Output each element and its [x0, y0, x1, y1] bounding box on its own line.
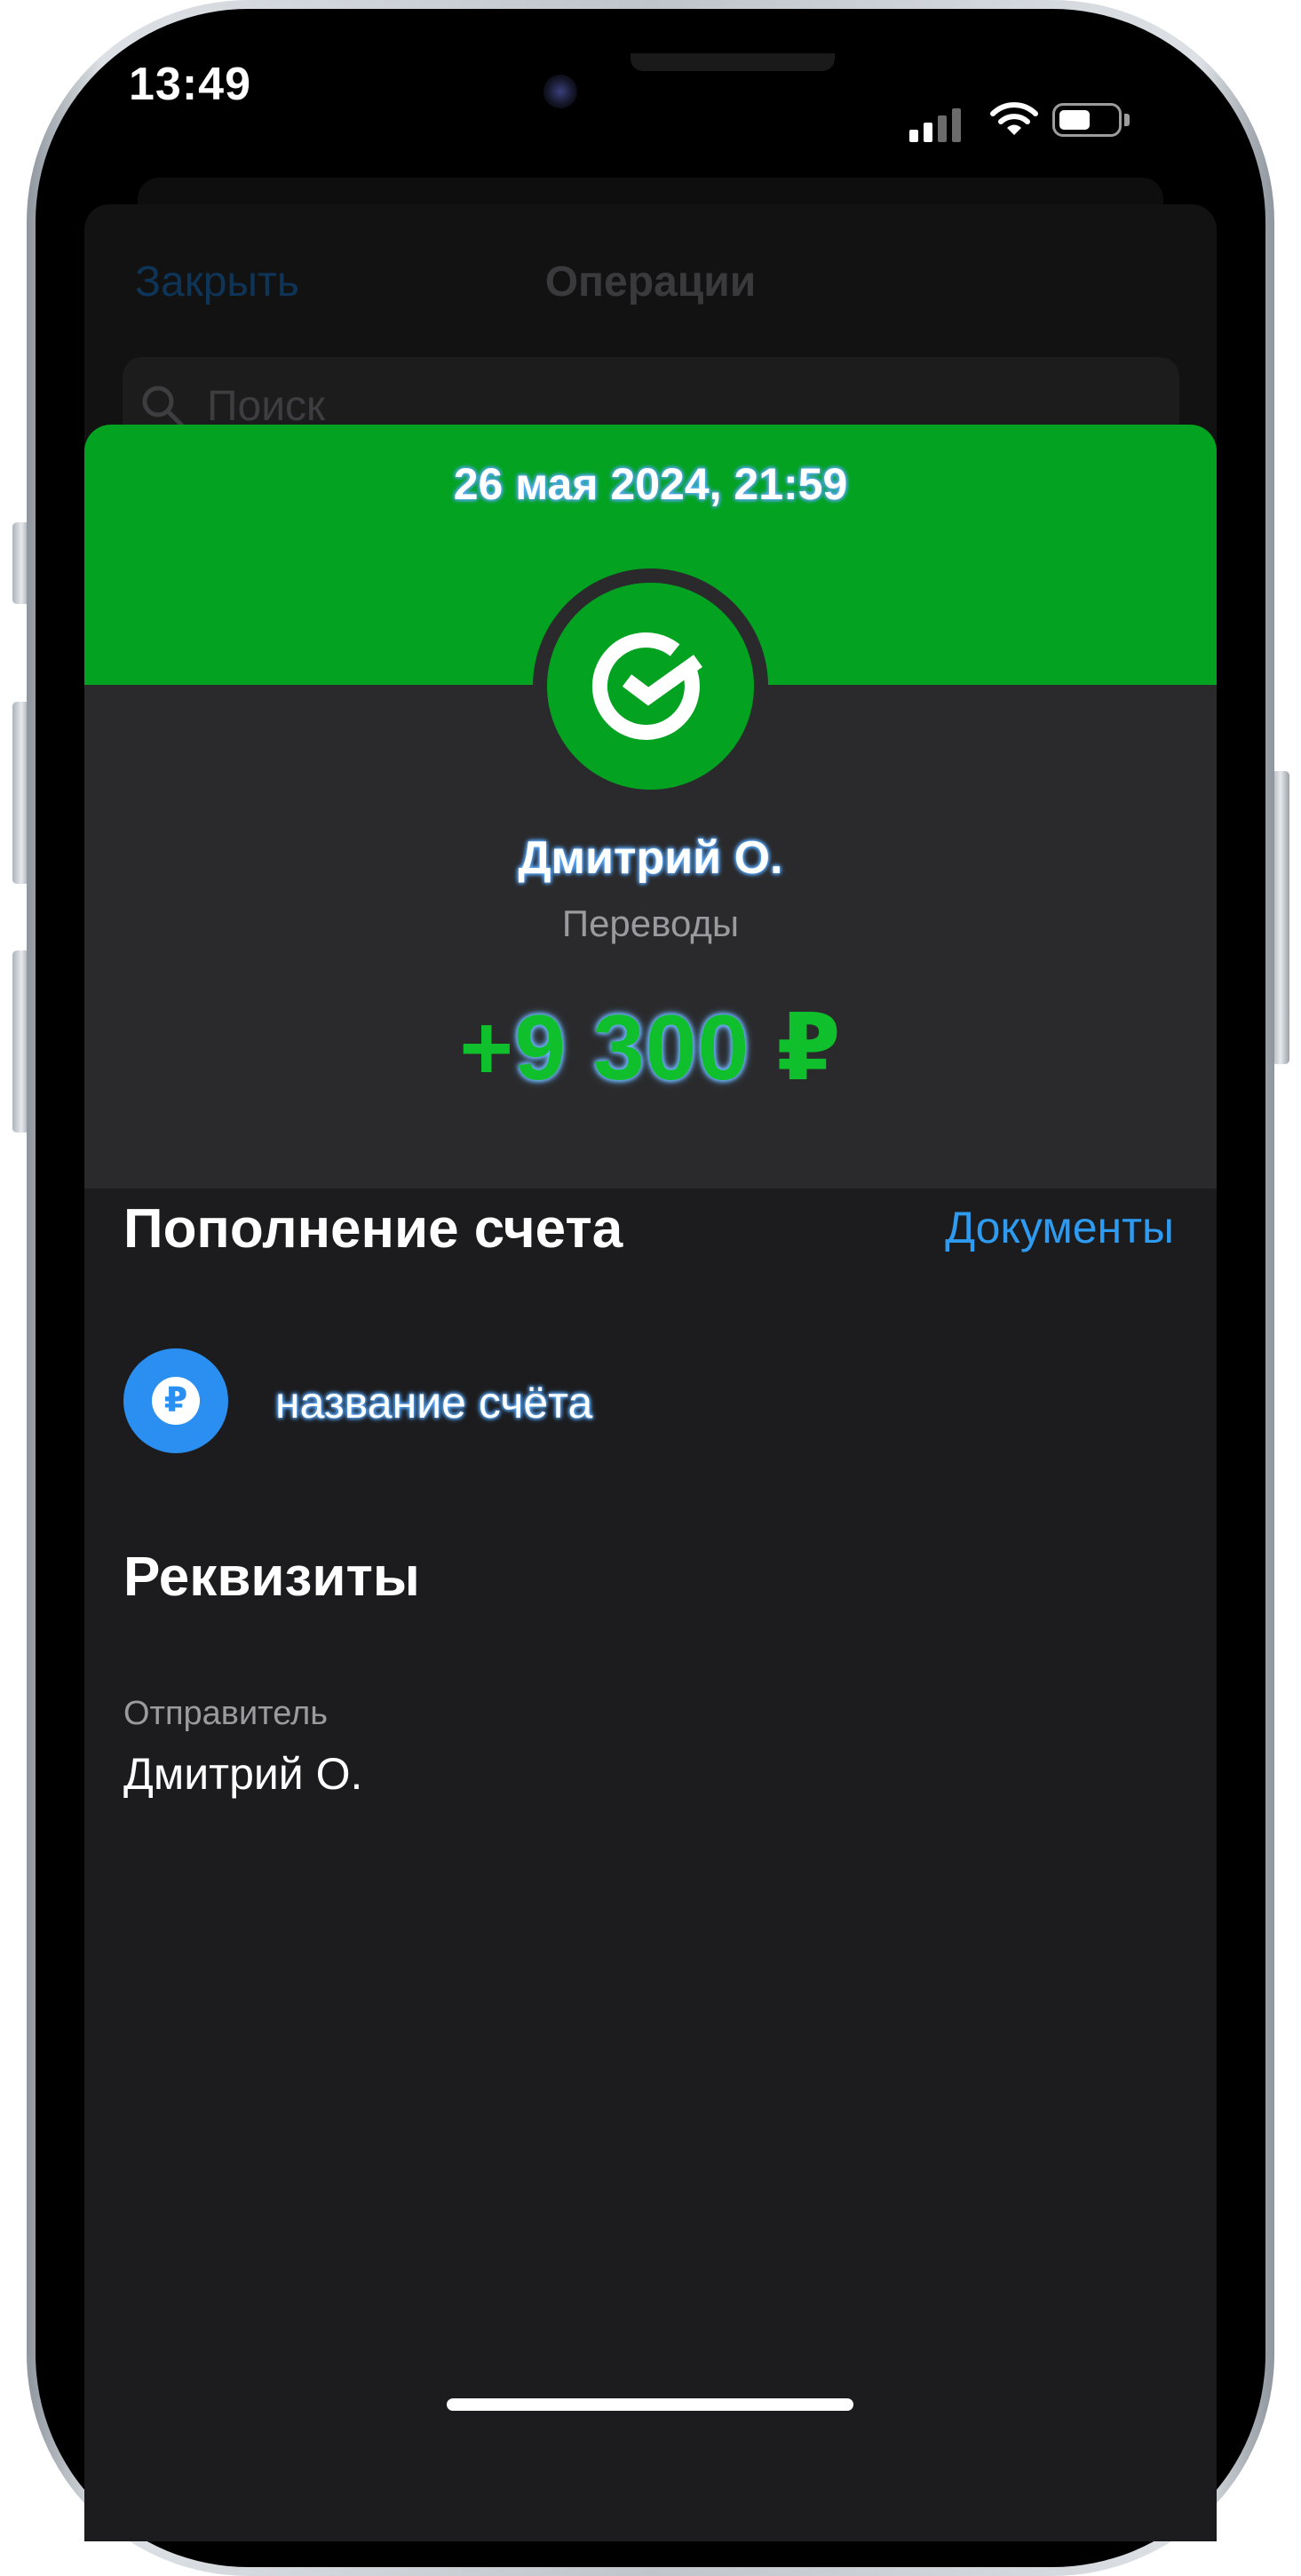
status-icons: [897, 98, 1137, 142]
operation-title: Пополнение счета: [123, 1198, 623, 1260]
battery-icon: [1052, 103, 1122, 137]
account-name[interactable]: название счёта: [275, 1377, 592, 1428]
amount-currency: ₽: [776, 997, 842, 1100]
ruble-icon: ₽: [123, 1348, 228, 1453]
amount-sign: +: [459, 997, 515, 1100]
documents-link[interactable]: Документы: [945, 1202, 1174, 1253]
bank-logo-circle: [547, 583, 754, 790]
battery-fill: [1059, 110, 1090, 130]
home-indicator[interactable]: [447, 2398, 853, 2411]
transaction-category: Переводы: [561, 902, 740, 944]
power-button: [1272, 771, 1289, 1064]
counterparty-name: Дмитрий О.: [518, 832, 783, 884]
wifi-icon: [990, 102, 1038, 135]
details-title: Реквизиты: [123, 1546, 420, 1608]
amount-value: 9 300: [514, 997, 750, 1100]
status-time: 13:49: [129, 59, 251, 110]
battery-cap: [1124, 114, 1130, 126]
search-icon: [142, 386, 184, 427]
front-camera: [543, 75, 577, 108]
ruble-glyph: ₽: [152, 1377, 200, 1425]
sender-label: Отправитель: [123, 1695, 329, 1732]
search-placeholder: Поиск: [207, 383, 326, 430]
sber-checkmark-icon: [591, 632, 702, 741]
transaction-detail-card: 26 мая 2024, 21:59 Дмитрий О. Переводы +…: [84, 425, 1217, 2541]
transaction-datetime: 26 мая 2024, 21:59: [453, 459, 848, 509]
operations-title: Операции: [544, 258, 757, 306]
bank-logo: [533, 568, 768, 804]
speaker-grille: [631, 53, 835, 71]
card-body: [84, 1189, 1217, 2541]
sender-value: Дмитрий О.: [123, 1749, 363, 1799]
transaction-amount: +9 300 ₽: [84, 993, 1217, 1101]
